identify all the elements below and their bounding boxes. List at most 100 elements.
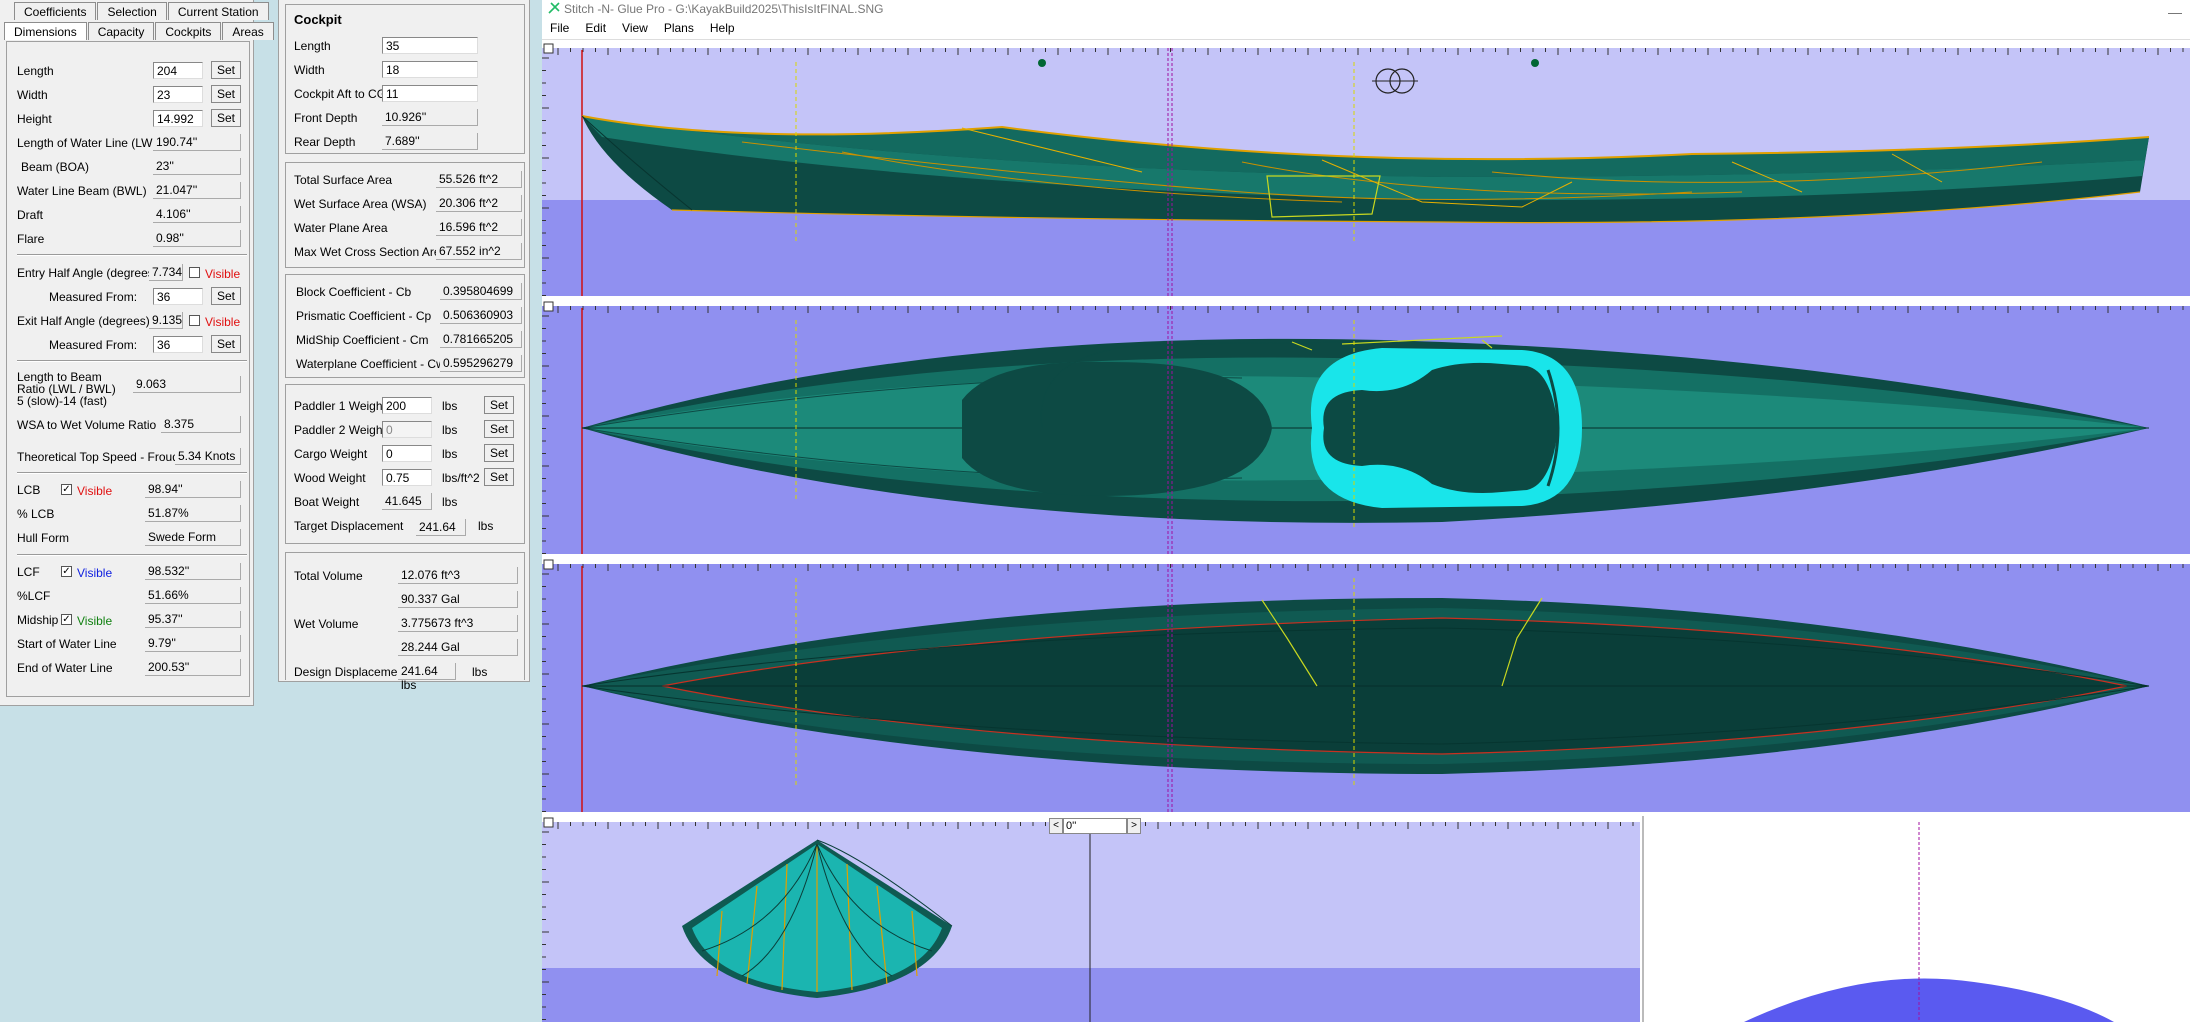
entry-measured-set-button[interactable]: Set — [211, 287, 241, 305]
rear-depth-label: Rear Depth — [294, 135, 356, 149]
tabs-bottom: Dimensions Capacity Cockpits Areas — [4, 22, 275, 42]
station-next-button[interactable]: > — [1127, 818, 1141, 834]
tab-coefficients[interactable]: Coefficients — [14, 2, 97, 20]
cargo-input[interactable] — [382, 445, 432, 462]
midship-visible-label: Visible — [77, 614, 113, 628]
exit-measured-set-button[interactable]: Set — [211, 335, 241, 353]
cb-value: 0.395804699 — [440, 283, 522, 300]
separator — [17, 472, 247, 474]
menu-file[interactable]: File — [542, 19, 577, 39]
tab-cockpits[interactable]: Cockpits — [155, 22, 222, 40]
cwp-label: Waterplane Coefficient - Cwp — [296, 357, 452, 371]
height-label: Height — [17, 112, 52, 126]
app-icon — [548, 2, 560, 14]
wsa-ratio-value: 8.375 — [161, 416, 241, 433]
paddler2-input[interactable] — [382, 421, 432, 438]
cp-value: 0.506360903 — [440, 307, 522, 324]
separator — [17, 360, 247, 362]
volume-group: Total Volume 12.076 ft^3 90.337 Gal Wet … — [285, 552, 525, 692]
wood-input[interactable] — [382, 469, 432, 486]
total-volume-gal: 90.337 Gal — [398, 591, 518, 608]
lcf-visible-checkbox[interactable]: ✓ — [61, 566, 72, 577]
plan-view[interactable] — [542, 300, 2190, 554]
cb-label: Block Coefficient - Cb — [296, 285, 412, 299]
top-speed-label: Theoretical Top Speed - Froude — [17, 450, 186, 464]
wood-set-button[interactable]: Set — [484, 468, 514, 486]
hull-form-value: Swede Form — [145, 529, 241, 546]
lcf-value: 98.532'' — [145, 563, 241, 580]
width-label: Width — [17, 88, 48, 102]
bwl-value: 21.047'' — [153, 182, 241, 199]
cargo-set-button[interactable]: Set — [484, 444, 514, 462]
wood-unit: lbs/ft^2 — [442, 471, 480, 485]
paddler1-input[interactable] — [382, 397, 432, 414]
profile-view-canvas — [542, 42, 2190, 296]
tab-selection[interactable]: Selection — [97, 2, 167, 20]
wsa-ratio-label: WSA to Wet Volume Ratio — [17, 418, 157, 432]
width-input[interactable] — [153, 86, 203, 103]
station-selector: < > — [1049, 818, 1141, 834]
max-wet-value: 67.552 in^2 — [436, 243, 522, 260]
exit-measured-input[interactable] — [153, 336, 203, 353]
minimize-icon[interactable] — [2168, 2, 2182, 14]
height-set-button[interactable]: Set — [211, 109, 241, 127]
station-view[interactable]: < > — [542, 816, 1640, 1022]
design-displacement-value: 241.64 lbs — [398, 663, 456, 692]
coefficients-group: Block Coefficient - Cb 0.395804699 Prism… — [285, 274, 525, 378]
entry-visible-checkbox[interactable] — [189, 267, 200, 278]
pct-lcf-value: 51.66% — [145, 587, 241, 604]
flare-value: 0.98'' — [153, 230, 241, 247]
station-input[interactable] — [1063, 818, 1127, 834]
lwl-label: Length of Water Line (LWL) — [17, 136, 164, 150]
title-bar: Stitch -N- Glue Pro - G:\KayakBuild2025\… — [542, 0, 2190, 19]
length-input[interactable] — [153, 62, 203, 79]
target-displacement-value: 241.64 — [416, 519, 466, 536]
water-plane-value: 16.596 ft^2 — [436, 219, 522, 236]
total-surface-label: Total Surface Area — [294, 173, 393, 187]
lb-ratio-value: 9.063 — [133, 376, 241, 393]
tab-capacity[interactable]: Capacity — [87, 22, 155, 40]
flare-label: Flare — [17, 232, 45, 246]
exit-measured-label: Measured From: — [49, 338, 138, 352]
rear-depth-value: 7.689'' — [382, 133, 478, 150]
boat-weight-label: Boat Weight — [294, 495, 360, 509]
secondary-view-canvas — [1644, 816, 2190, 1022]
entry-visible-label: Visible — [205, 267, 241, 281]
paddler2-unit: lbs — [442, 423, 458, 437]
length-set-button[interactable]: Set — [211, 61, 241, 79]
exit-visible-checkbox[interactable] — [189, 315, 200, 326]
paddler1-set-button[interactable]: Set — [484, 396, 514, 414]
wsa-value: 20.306 ft^2 — [436, 195, 522, 212]
target-displacement-label: Target Displacement — [294, 519, 404, 533]
cwp-value: 0.595296279 — [440, 355, 522, 372]
tab-current-station[interactable]: Current Station — [167, 2, 269, 20]
bottom-view[interactable] — [542, 558, 2190, 812]
water-plane-label: Water Plane Area — [294, 221, 388, 235]
target-displacement-unit: lbs — [478, 519, 494, 533]
cockpit-length-input[interactable] — [382, 37, 478, 54]
boat-weight-value: 41.645 — [382, 493, 432, 510]
menu-help[interactable]: Help — [702, 19, 743, 39]
height-input[interactable] — [153, 110, 203, 127]
lcb-visible-checkbox[interactable]: ✓ — [61, 484, 72, 495]
midship-visible-checkbox[interactable]: ✓ — [61, 614, 72, 625]
station-prev-button[interactable]: < — [1049, 818, 1063, 834]
design-displacement-label: Design Displacement — [294, 665, 408, 679]
tab-areas[interactable]: Areas — [222, 22, 274, 40]
entry-measured-input[interactable] — [153, 288, 203, 305]
profile-view[interactable] — [542, 42, 2190, 296]
main-window: Stitch -N- Glue Pro - G:\KayakBuild2025\… — [542, 0, 2190, 1022]
menu-edit[interactable]: Edit — [577, 19, 614, 39]
paddler2-label: Paddler 2 Weight — [294, 423, 386, 437]
bottom-view-canvas — [542, 558, 2190, 812]
width-set-button[interactable]: Set — [211, 85, 241, 103]
cockpit-aft-cg-input[interactable] — [382, 85, 478, 102]
tab-dimensions[interactable]: Dimensions — [4, 22, 87, 40]
cockpit-width-input[interactable] — [382, 61, 478, 78]
secondary-view[interactable] — [1642, 816, 2190, 1022]
menu-view[interactable]: View — [614, 19, 656, 39]
lcb-value: 98.94'' — [145, 481, 241, 498]
paddler2-set-button[interactable]: Set — [484, 420, 514, 438]
menu-plans[interactable]: Plans — [656, 19, 702, 39]
cargo-unit: lbs — [442, 447, 458, 461]
